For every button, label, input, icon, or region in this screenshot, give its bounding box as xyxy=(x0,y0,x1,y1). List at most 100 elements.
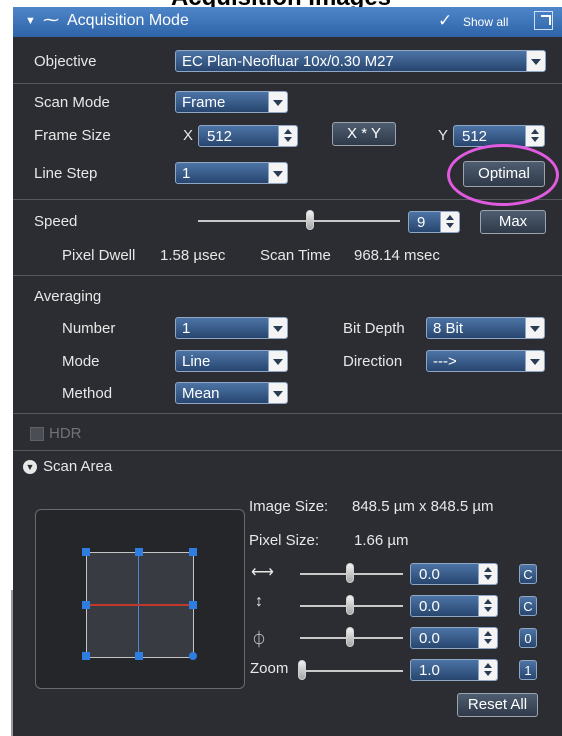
scan-area-title: Scan Area xyxy=(43,458,113,475)
max-speed-button[interactable]: Max xyxy=(480,210,546,234)
stepper-arrows-icon[interactable] xyxy=(478,564,497,584)
scan-handle[interactable] xyxy=(189,601,197,609)
check-icon[interactable]: ✓ xyxy=(438,11,452,31)
frame-size-y-label: Y xyxy=(438,127,449,144)
method-dropdown[interactable]: Mean xyxy=(175,382,288,404)
chevron-down-icon[interactable] xyxy=(268,92,287,112)
scan-handle[interactable] xyxy=(82,548,90,556)
left-window-edge xyxy=(0,590,13,736)
mode-label: Mode xyxy=(62,353,100,370)
chevron-down-icon[interactable] xyxy=(268,318,287,338)
number-label: Number xyxy=(62,320,116,337)
zoom-slider-thumb[interactable] xyxy=(298,660,306,680)
bit-depth-label: Bit Depth xyxy=(343,320,405,337)
offset-y-slider-thumb[interactable] xyxy=(346,595,354,615)
mode-dropdown[interactable]: Line xyxy=(175,350,288,372)
horizontal-offset-icon: ⟷ xyxy=(251,564,274,581)
zoom-reset-button[interactable]: 1 xyxy=(519,660,537,680)
expand-circle-icon[interactable]: ▼ xyxy=(23,460,37,474)
objective-label: Objective xyxy=(34,53,97,70)
bit-depth-dropdown[interactable]: 8 Bit xyxy=(426,317,545,339)
hdr-label: HDR xyxy=(49,425,82,442)
direction-value: ---> xyxy=(433,353,457,370)
chevron-down-icon[interactable] xyxy=(268,383,287,403)
stepper-arrows-icon[interactable] xyxy=(478,628,497,648)
zoom-value: 1.0 xyxy=(419,662,440,679)
divider xyxy=(13,450,562,451)
line-step-dropdown[interactable]: 1 xyxy=(175,162,288,184)
scan-mode-dropdown[interactable]: Frame xyxy=(175,91,288,113)
rotation-stepper[interactable]: 0.0 xyxy=(410,627,498,649)
chevron-down-icon[interactable] xyxy=(526,51,545,71)
zoom-slider-track[interactable] xyxy=(298,670,403,672)
rotation-handle[interactable] xyxy=(189,652,197,660)
chevron-down-icon[interactable] xyxy=(268,351,287,371)
scan-handle[interactable] xyxy=(82,601,90,609)
scan-mode-value: Frame xyxy=(182,94,226,111)
averaging-title: Averaging xyxy=(34,288,102,305)
direction-dropdown[interactable]: ---> xyxy=(426,350,545,372)
line-step-label: Line Step xyxy=(34,165,98,182)
panel-title: Acquisition Mode xyxy=(67,12,189,29)
frame-size-x-label: X xyxy=(183,127,194,144)
chevron-down-icon[interactable] xyxy=(525,318,544,338)
objective-dropdown[interactable]: EC Plan-Neofluar 10x/0.30 M27 xyxy=(175,50,546,72)
stepper-arrows-icon[interactable] xyxy=(478,660,497,680)
rotation-value: 0.0 xyxy=(419,630,440,647)
divider xyxy=(13,275,562,276)
rotation-slider-thumb[interactable] xyxy=(346,627,354,647)
scan-time-label: Scan Time xyxy=(260,247,331,264)
stepper-arrows-icon[interactable] xyxy=(525,126,544,146)
pixel-size-value: 1.66 µm xyxy=(354,532,409,549)
vertical-offset-icon: ↕ xyxy=(255,593,263,610)
number-dropdown[interactable]: 1 xyxy=(175,317,288,339)
offset-y-reset-button[interactable]: C xyxy=(519,596,537,616)
stepper-arrows-icon[interactable] xyxy=(440,212,459,232)
offset-y-value: 0.0 xyxy=(419,598,440,615)
image-size-value: 848.5 µm x 848.5 µm xyxy=(352,498,494,515)
offset-x-reset-button[interactable]: C xyxy=(519,564,537,584)
frame-size-label: Frame Size xyxy=(34,127,111,144)
pixel-dwell-label: Pixel Dwell xyxy=(62,247,136,264)
x-times-y-button[interactable]: X * Y xyxy=(332,122,396,146)
scan-handle[interactable] xyxy=(189,548,197,556)
mode-icon: ⁓ xyxy=(43,12,59,29)
speed-label: Speed xyxy=(34,213,78,230)
scan-handle[interactable] xyxy=(82,652,90,660)
chevron-down-icon[interactable] xyxy=(525,351,544,371)
speed-slider-thumb[interactable] xyxy=(306,210,314,230)
zoom-stepper[interactable]: 1.0 xyxy=(410,659,498,681)
collapse-triangle-icon[interactable]: ▼ xyxy=(25,15,36,27)
reset-all-button[interactable]: Reset All xyxy=(457,693,538,717)
bit-depth-value: 8 Bit xyxy=(433,320,464,337)
rotation-reset-button[interactable]: 0 xyxy=(519,628,537,648)
panel-header[interactable]: ▼ ⁓ Acquisition Mode ✓ Show all xyxy=(13,7,562,37)
line-step-value: 1 xyxy=(182,165,191,182)
show-all-toggle[interactable]: Show all xyxy=(463,15,508,29)
hdr-checkbox[interactable] xyxy=(30,427,44,441)
acquisition-mode-panel: ▼ ⁓ Acquisition Mode ✓ Show all Objectiv… xyxy=(13,7,562,736)
chevron-down-icon[interactable] xyxy=(268,163,287,183)
speed-value: 9 xyxy=(417,214,426,231)
direction-label: Direction xyxy=(343,353,403,370)
image-size-label: Image Size: xyxy=(249,498,329,515)
scan-time-value: 968.14 msec xyxy=(354,247,440,264)
divider xyxy=(13,413,562,414)
offset-x-stepper[interactable]: 0.0 xyxy=(410,563,498,585)
scan-handle[interactable] xyxy=(135,652,143,660)
frame-size-x-stepper[interactable]: 512 xyxy=(198,125,298,147)
scan-handle[interactable] xyxy=(135,548,143,556)
stepper-arrows-icon[interactable] xyxy=(278,126,297,146)
highlight-circle-annotation xyxy=(447,144,559,206)
offset-y-stepper[interactable]: 0.0 xyxy=(410,595,498,617)
frame-size-y-value: 512 xyxy=(462,128,488,145)
speed-stepper[interactable]: 9 xyxy=(408,211,460,233)
pixel-dwell-value: 1.58 µsec xyxy=(160,247,226,264)
scan-area-preview[interactable] xyxy=(35,509,245,689)
popout-icon[interactable] xyxy=(534,11,553,30)
zoom-label: Zoom xyxy=(250,660,289,677)
scan-mode-label: Scan Mode xyxy=(34,94,110,111)
stepper-arrows-icon[interactable] xyxy=(478,596,497,616)
speed-slider-track[interactable] xyxy=(198,220,400,222)
offset-x-slider-thumb[interactable] xyxy=(346,563,354,583)
